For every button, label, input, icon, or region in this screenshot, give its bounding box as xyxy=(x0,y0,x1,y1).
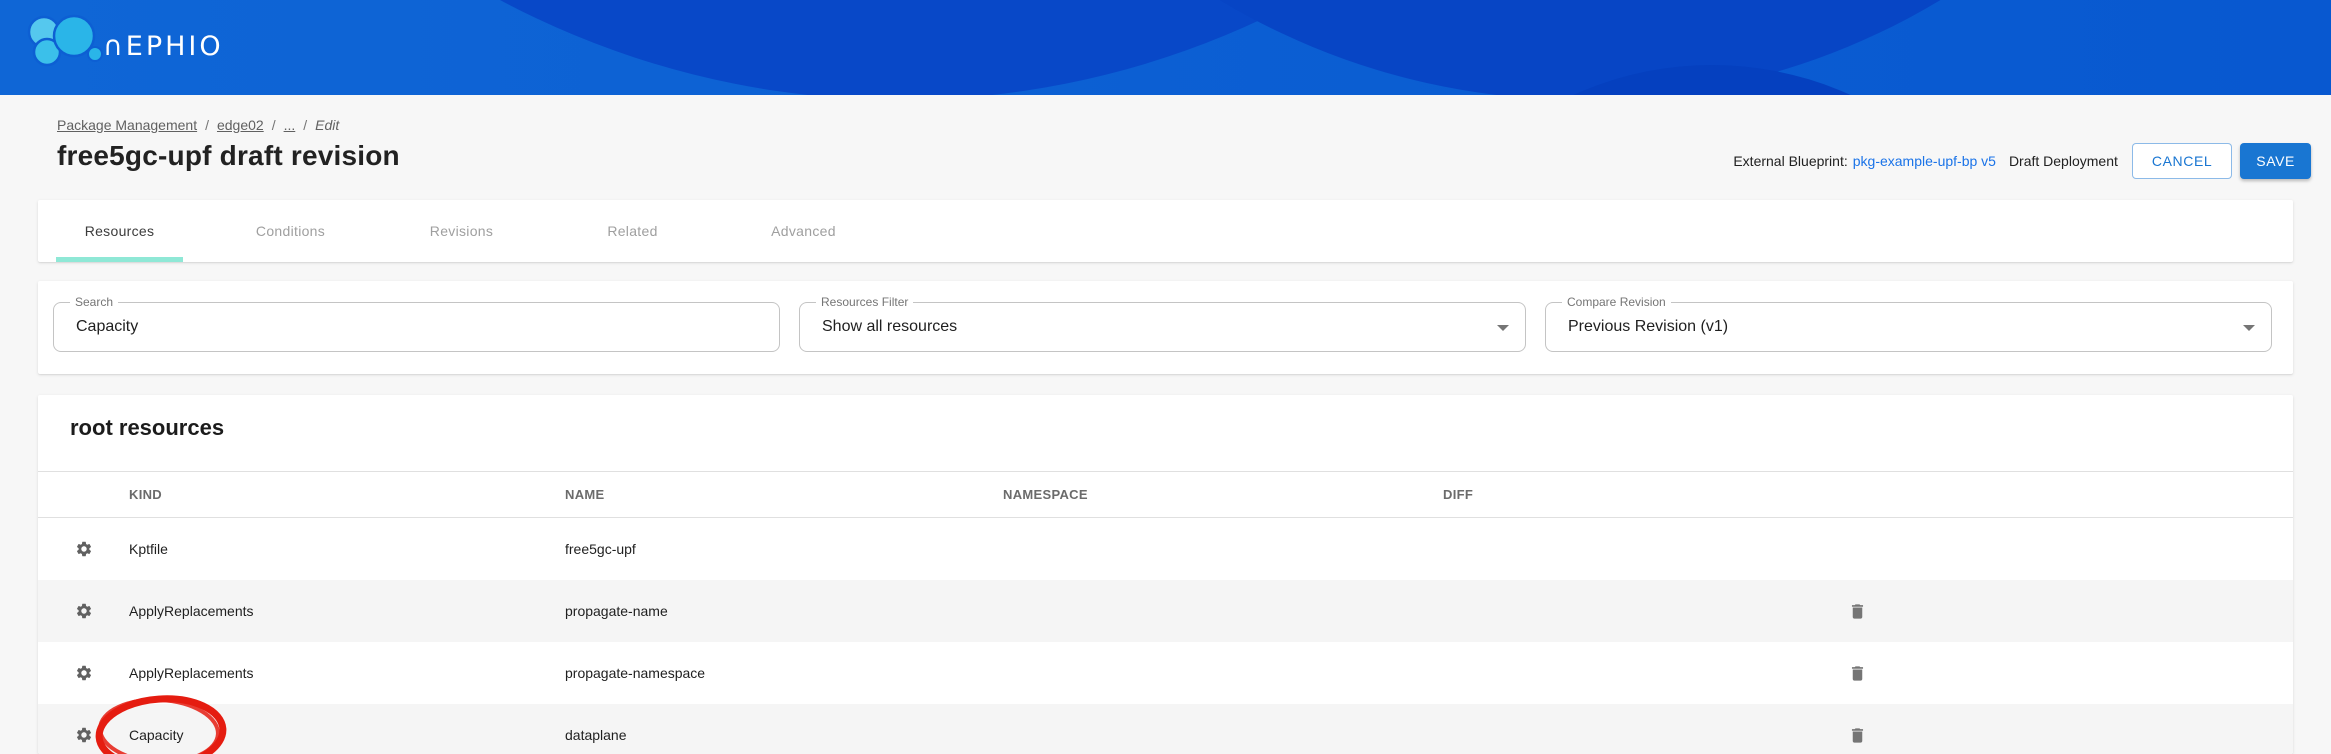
resources-filter-value: Show all resources xyxy=(800,318,957,336)
root-resources-card: root resources KIND NAME NAMESPACE DIFF … xyxy=(38,395,2293,754)
deployment-status-label: Draft Deployment xyxy=(2009,153,2118,169)
active-tab-indicator xyxy=(56,257,183,262)
breadcrumb-edge02[interactable]: edge02 xyxy=(217,117,264,133)
gear-icon xyxy=(38,726,129,744)
cell-kind: ApplyReplacements xyxy=(129,603,565,619)
breadcrumb-package-management[interactable]: Package Management xyxy=(57,117,197,133)
nephio-logo xyxy=(26,8,111,83)
cell-kind: ApplyReplacements xyxy=(129,665,565,681)
cell-name: dataplane xyxy=(565,727,1003,743)
filter-bar: Search Resources Filter Show all resourc… xyxy=(38,281,2293,374)
table-header-row: KIND NAME NAMESPACE DIFF xyxy=(38,471,2293,518)
resources-filter-select[interactable]: Resources Filter Show all resources xyxy=(799,302,1526,352)
delete-button[interactable] xyxy=(1837,715,1877,754)
header-decoration xyxy=(0,0,2331,95)
tab-conditions[interactable]: Conditions xyxy=(227,200,354,262)
cell-name: free5gc-upf xyxy=(565,541,1003,557)
external-blueprint-label: External Blueprint: xyxy=(1733,153,1847,169)
cell-kind: Capacity xyxy=(129,727,565,743)
page-header: Package Management / edge02 / ... / Edit… xyxy=(0,95,2331,200)
tab-revisions[interactable]: Revisions xyxy=(398,200,525,262)
table-row[interactable]: ApplyReplacements propagate-namespace xyxy=(38,642,2293,704)
table-row[interactable]: Capacity dataplane xyxy=(38,704,2293,754)
tab-label: Revisions xyxy=(430,223,493,239)
gear-icon xyxy=(38,664,129,682)
trash-icon xyxy=(1848,602,1867,621)
compare-revision-label: Compare Revision xyxy=(1562,295,1671,310)
column-header-name: NAME xyxy=(565,487,1003,502)
tab-label: Conditions xyxy=(256,223,325,239)
breadcrumb-separator: / xyxy=(303,117,307,133)
table-title: root resources xyxy=(38,413,2293,443)
cell-kind: Kptfile xyxy=(129,541,565,557)
resources-table: KIND NAME NAMESPACE DIFF Kptfile free5gc… xyxy=(38,471,2293,754)
search-field[interactable]: Search xyxy=(53,302,780,352)
save-button[interactable]: SAVE xyxy=(2240,143,2311,179)
header-actions: External Blueprint: pkg-example-upf-bp v… xyxy=(1733,143,2311,179)
search-field-label: Search xyxy=(70,295,118,310)
tab-related[interactable]: Related xyxy=(569,200,696,262)
delete-button[interactable] xyxy=(1837,591,1877,631)
breadcrumb-ellipsis[interactable]: ... xyxy=(284,117,296,133)
cell-name: propagate-namespace xyxy=(565,665,1003,681)
tab-resources[interactable]: Resources xyxy=(56,200,183,262)
breadcrumb-separator: / xyxy=(205,117,209,133)
app-header: ∩EPHIO xyxy=(0,0,2331,95)
nephio-logo-icon xyxy=(26,8,111,78)
table-row[interactable]: Kptfile free5gc-upf xyxy=(38,518,2293,580)
compare-revision-select[interactable]: Compare Revision Previous Revision (v1) xyxy=(1545,302,2272,352)
tab-label: Related xyxy=(607,223,657,239)
external-blueprint-link[interactable]: pkg-example-upf-bp v5 xyxy=(1853,153,1996,169)
breadcrumb-separator: / xyxy=(272,117,276,133)
column-header-namespace: NAMESPACE xyxy=(1003,487,1443,502)
table-row[interactable]: ApplyReplacements propagate-name xyxy=(38,580,2293,642)
dropdown-arrow-icon xyxy=(1497,325,1509,331)
gear-icon xyxy=(38,602,129,620)
cancel-button[interactable]: CANCEL xyxy=(2132,143,2232,179)
breadcrumb: Package Management / edge02 / ... / Edit xyxy=(57,117,2293,133)
tab-label: Advanced xyxy=(771,223,836,239)
tab-advanced[interactable]: Advanced xyxy=(740,200,867,262)
search-input[interactable] xyxy=(54,318,779,336)
tab-label: Resources xyxy=(85,223,155,239)
gear-icon xyxy=(38,540,129,558)
breadcrumb-current-edit: Edit xyxy=(315,117,339,133)
delete-button[interactable] xyxy=(1837,653,1877,693)
column-header-kind: KIND xyxy=(129,487,565,502)
tab-bar: Resources Conditions Revisions Related A… xyxy=(38,200,2293,262)
cell-name: propagate-name xyxy=(565,603,1003,619)
resources-filter-label: Resources Filter xyxy=(816,295,913,310)
nephio-logo-text: ∩EPHIO xyxy=(103,31,224,62)
trash-icon xyxy=(1848,664,1867,683)
column-header-diff: DIFF xyxy=(1443,487,1833,502)
trash-icon xyxy=(1848,726,1867,745)
dropdown-arrow-icon xyxy=(2243,325,2255,331)
compare-revision-value: Previous Revision (v1) xyxy=(1546,318,1728,336)
